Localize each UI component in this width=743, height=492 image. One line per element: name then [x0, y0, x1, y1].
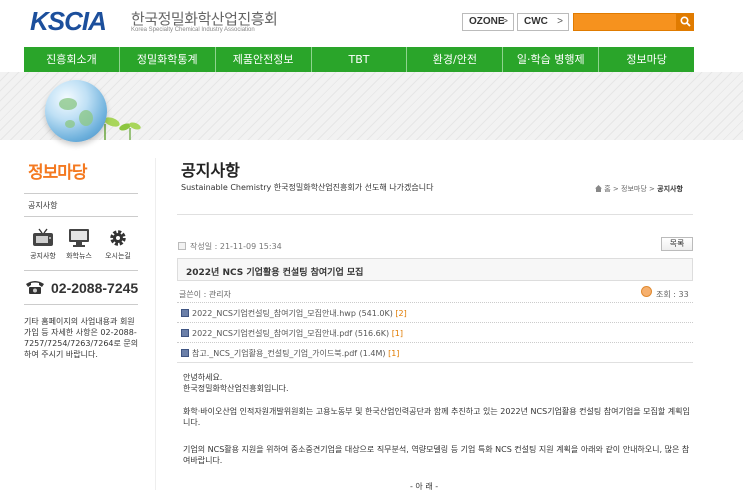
- quick-link-label: 화학뉴스: [66, 252, 92, 260]
- attachment-name: 2022_NCS기업컨설팅_참여기업_모집안내.pdf (516.6K): [192, 329, 390, 338]
- nav-item-statistics[interactable]: 정밀화학통계: [120, 47, 216, 72]
- org-name-en: Korea Specialty Chemical Industry Associ…: [131, 27, 255, 33]
- main-nav: 진흥회소개 정밀화학통계 제품안전정보 TBT 환경/안전 일·학습 병행제 정…: [24, 47, 694, 72]
- monitor-icon: [69, 229, 89, 247]
- search-input[interactable]: [573, 13, 677, 31]
- home-icon: [595, 185, 602, 192]
- divider: [177, 362, 693, 363]
- download-count: [2]: [395, 309, 407, 318]
- chevron-right-icon: >: [502, 16, 508, 27]
- chevron-right-icon: >: [557, 16, 563, 27]
- body-paragraph: 안녕하세요.: [183, 373, 223, 382]
- divider: [177, 322, 693, 323]
- attachment-link[interactable]: 참고._NCS_기업활용_컨설팅_기업_가이드북.pdf (1.4M) [1]: [181, 348, 399, 359]
- search-icon: [680, 16, 691, 27]
- post-date-text: 작성일 : 21-11-09 15:34: [190, 242, 282, 251]
- divider: [24, 193, 138, 194]
- divider: [24, 304, 138, 305]
- logo[interactable]: KSCIA: [30, 6, 107, 37]
- download-count: [1]: [391, 329, 404, 338]
- attachment-name: 2022_NCS기업컨설팅_참여기업_모집안내.hwp (541.0K): [192, 309, 393, 318]
- divider: [177, 342, 693, 343]
- quick-link-news[interactable]: 화학뉴스: [62, 228, 96, 261]
- quick-link-label: 오시는길: [105, 252, 131, 260]
- cwc-button[interactable]: CWC >: [517, 13, 569, 31]
- breadcrumb-separator: >: [612, 185, 619, 193]
- nav-item-product-safety[interactable]: 제품안전정보: [216, 47, 312, 72]
- contact-description: 기타 홈페이지의 사업내용과 회원가입 등 자세한 사항은 02-2088-72…: [24, 317, 139, 359]
- org-name-ko: 한국정밀화학산업진흥회: [131, 10, 278, 28]
- breadcrumb-separator: >: [649, 185, 655, 193]
- globe-icon: [45, 80, 107, 142]
- list-button[interactable]: 목록: [661, 237, 693, 251]
- divider: [177, 302, 693, 303]
- quick-link-notice[interactable]: 공지사항: [26, 228, 60, 261]
- nav-item-about[interactable]: 진흥회소개: [24, 47, 120, 72]
- post-author: 글쓴이 : 관리자: [179, 290, 231, 299]
- body-paragraph: 한국정밀화학산업진흥회입니다.: [183, 384, 289, 393]
- attachment-name: 참고._NCS_기업활용_컨설팅_기업_가이드북.pdf (1.4M): [192, 349, 386, 358]
- divider: [177, 214, 693, 215]
- body-paragraph: - 아 래 -: [410, 482, 439, 491]
- nav-item-work-study[interactable]: 일·학습 병행제: [503, 47, 600, 72]
- page-title: 공지사항: [181, 161, 240, 180]
- nav-item-tbt[interactable]: TBT: [312, 47, 408, 72]
- sprout-icon: [119, 122, 141, 140]
- quick-link-directions[interactable]: 오시는길: [101, 228, 135, 261]
- breadcrumb-home[interactable]: 홈: [604, 185, 610, 193]
- post-views: 조회 : 33: [656, 290, 689, 299]
- divider: [24, 270, 138, 271]
- breadcrumb-current: 공지사항: [657, 185, 683, 193]
- nav-item-environment[interactable]: 환경/안전: [407, 47, 504, 72]
- nav-item-info[interactable]: 정보마당: [599, 47, 694, 72]
- calendar-icon: [178, 242, 186, 250]
- gear-icon: [110, 230, 126, 246]
- post-date: 작성일 : 21-11-09 15:34: [178, 241, 282, 252]
- breadcrumb-info[interactable]: 정보마당: [621, 185, 647, 193]
- post-title: 2022년 NCS 기업활용 컨설팅 참여기업 모집: [177, 258, 693, 281]
- search-button[interactable]: [677, 13, 694, 31]
- ozone-button[interactable]: OZONE >: [462, 13, 514, 31]
- breadcrumb: 홈 > 정보마당 > 공지사항: [595, 184, 683, 194]
- body-paragraph: 화학·바이오산업 인적자원개발위원회는 고용노동부 및 한국산업인력공단과 함께…: [183, 407, 690, 427]
- banner: [0, 72, 743, 140]
- body-paragraph: 기업의 NCS활용 지원을 위하여 중소중견기업을 대상으로 직무분석, 역량모…: [183, 445, 690, 465]
- cwc-label: CWC: [524, 16, 548, 27]
- download-count: [1]: [388, 349, 400, 358]
- disk-icon: [181, 329, 189, 337]
- disk-icon: [181, 349, 189, 357]
- attachment-link[interactable]: 2022_NCS기업컨설팅_참여기업_모집안내.hwp (541.0K) [2]: [181, 308, 407, 319]
- divider: [24, 216, 138, 217]
- tv-icon: [33, 228, 53, 246]
- page-subtitle: Sustainable Chemistry 한국정밀화학산업진흥회가 선도해 나…: [181, 183, 434, 192]
- column-divider: [155, 158, 156, 490]
- sidebar-title: 정보마당: [28, 163, 88, 183]
- sidebar-item-notice[interactable]: 공지사항: [28, 200, 57, 211]
- disk-icon: [181, 309, 189, 317]
- phone-icon: [26, 281, 44, 294]
- quick-link-label: 공지사항: [30, 252, 56, 260]
- phone-number: 02-2088-7245: [51, 280, 139, 296]
- smile-icon: [641, 286, 652, 297]
- ozone-label: OZONE: [469, 16, 505, 27]
- attachment-link[interactable]: 2022_NCS기업컨설팅_참여기업_모집안내.pdf (516.6K) [1]: [181, 328, 403, 339]
